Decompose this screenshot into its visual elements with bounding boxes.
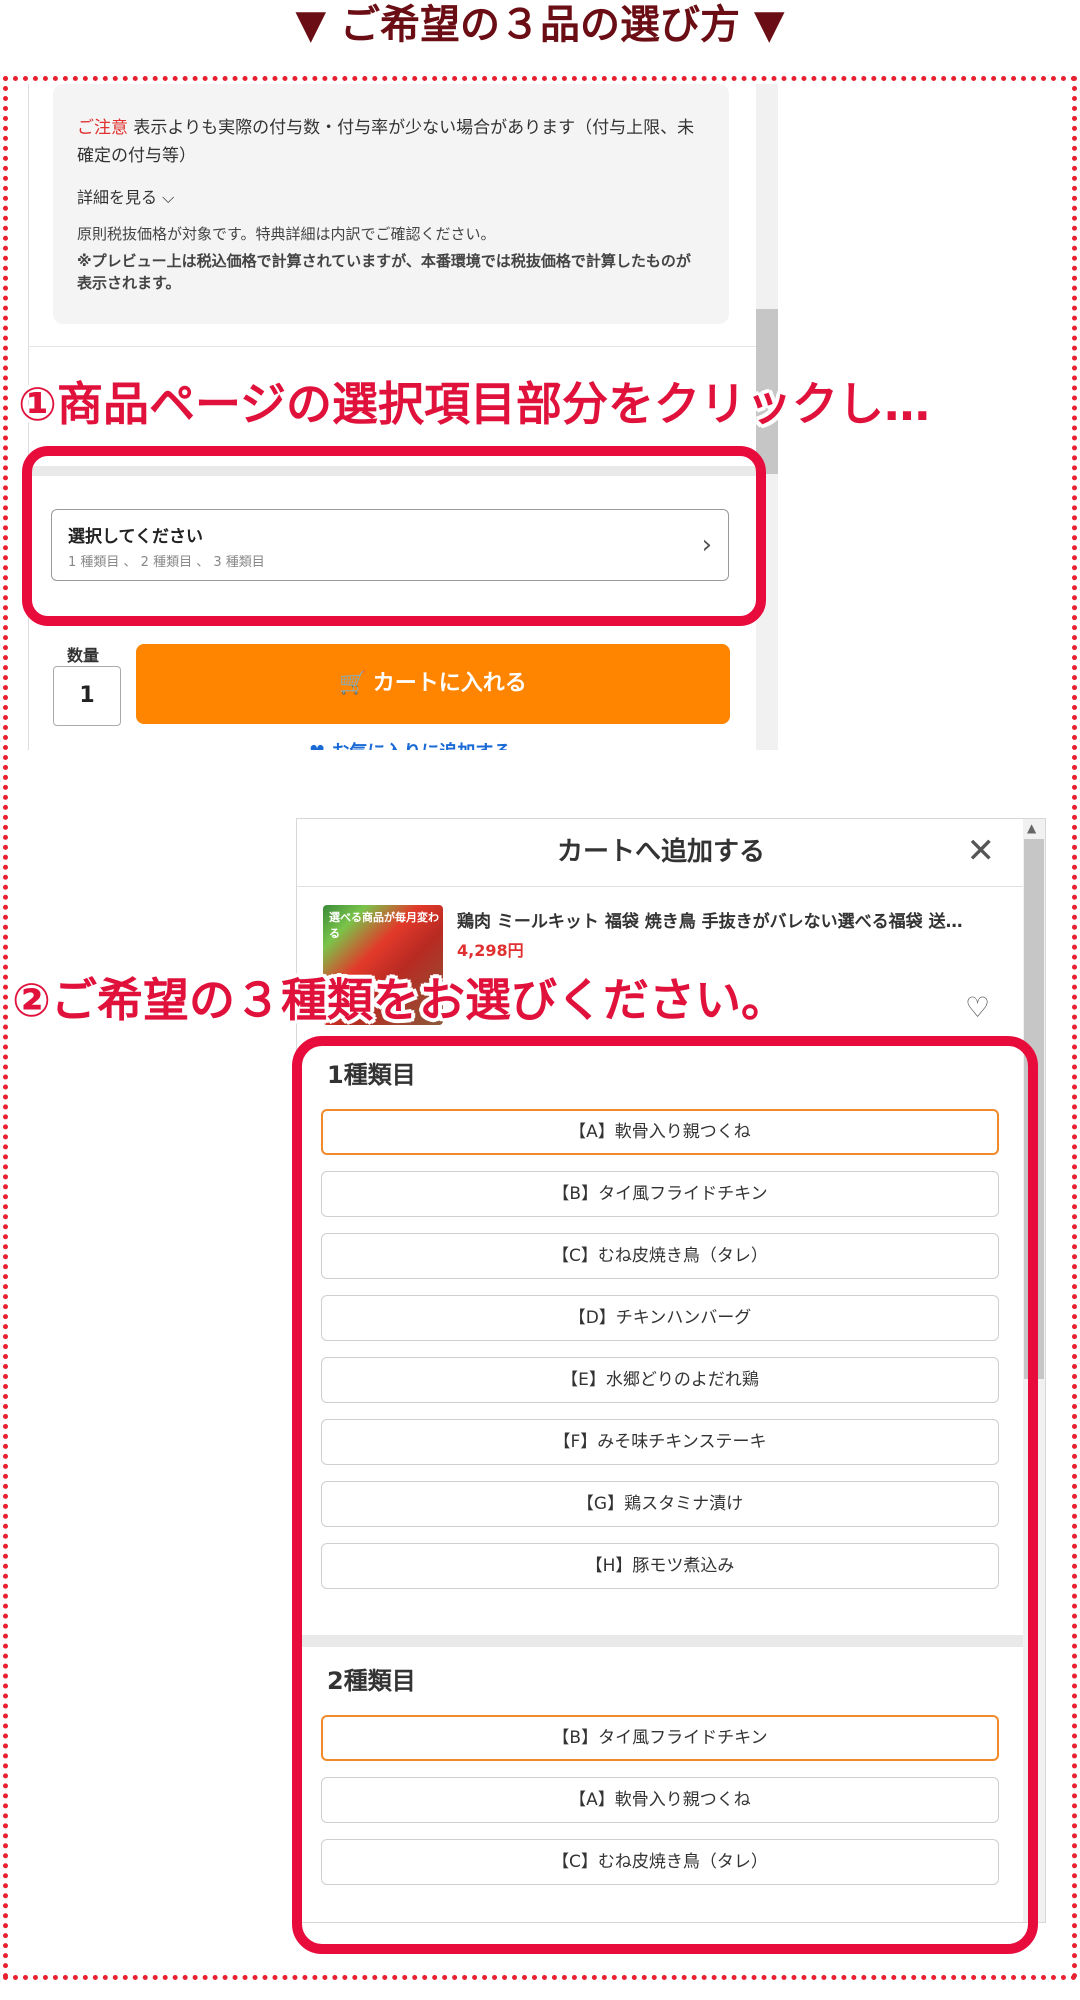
quantity-label: 数量 xyxy=(67,646,100,665)
modal-header: カートへ追加する ✕ xyxy=(297,819,1025,887)
highlight-frame-2 xyxy=(292,1036,1038,1954)
product-price: 4,298円 xyxy=(457,941,524,960)
step2-caption: ②ご希望の３種類をお選びください。 xyxy=(12,973,787,1027)
favorite-label: お気に入りに追加する xyxy=(331,742,511,750)
thumbnail-label: 選べる商品が毎月変わる xyxy=(329,911,439,940)
details-link[interactable]: 詳細を見る ⌵ xyxy=(77,184,705,212)
favorite-heart-icon[interactable]: ♡ xyxy=(965,991,990,1024)
notice-text: ご注意 表示よりも実際の付与数・付与率が少ない場合があります（付与上限、未確定の… xyxy=(77,114,705,170)
modal-title: カートへ追加する xyxy=(556,837,765,867)
notice-note-1: 原則税抜価格が対象です。特典詳細は内訳でご確認ください。 xyxy=(77,225,496,243)
notice-body: 表示よりも実際の付与数・付与率が少ない場合があります（付与上限、未確定の付与等） xyxy=(77,118,695,166)
product-name: 鶏肉 ミールキット 福袋 焼き鳥 手抜きがバレない選べる福袋 送… xyxy=(457,912,963,932)
divider xyxy=(29,346,757,347)
notice-note-2: ※プレビュー上は税込価格で計算されていますが、本番環境では税抜価格で計算したもの… xyxy=(77,252,691,292)
step1-caption: ①商品ページの選択項目部分をクリックし… xyxy=(18,377,931,431)
add-to-cart-button[interactable]: 🛒 カートに入れる xyxy=(136,644,730,724)
quantity-input[interactable]: 1 xyxy=(53,666,121,726)
cart-icon: 🛒 xyxy=(339,671,367,696)
highlight-frame-1 xyxy=(22,446,766,626)
notice-box: ご注意 表示よりも実際の付与数・付与率が少ない場合があります（付与上限、未確定の… xyxy=(53,84,729,324)
notice-warn-label: ご注意 xyxy=(77,118,128,138)
page-title: ▼ ご希望の３品の選び方 ▼ xyxy=(295,2,785,48)
heart-icon: ♥ xyxy=(309,742,325,750)
scroll-up-icon[interactable]: ▲ xyxy=(1027,821,1036,835)
favorite-link[interactable]: ♥ お気に入りに追加する xyxy=(309,738,511,750)
close-icon[interactable]: ✕ xyxy=(967,833,996,869)
cart-button-label: カートに入れる xyxy=(372,671,527,696)
